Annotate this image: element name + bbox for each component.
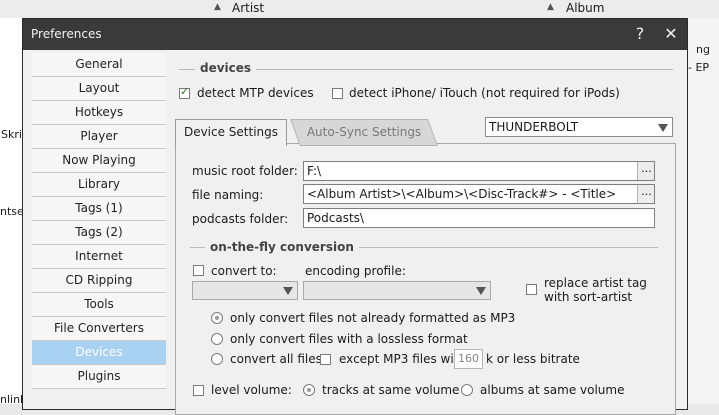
music-root-input[interactable]: F:\ ... bbox=[303, 161, 655, 181]
preferences-dialog: Preferences ? ✕ General Layout Hotkeys P… bbox=[22, 18, 688, 415]
background-text: - EP bbox=[688, 61, 710, 74]
encoding-profile-label: encoding profile: bbox=[305, 264, 406, 278]
except-mp3-label: except MP3 files with bbox=[339, 352, 467, 366]
nav-item-player[interactable]: Player bbox=[32, 125, 166, 149]
nav-item-internet[interactable]: Internet bbox=[32, 245, 166, 269]
detect-iphone-checkbox[interactable] bbox=[332, 88, 343, 99]
nav-item-tags-2[interactable]: Tags (2) bbox=[32, 221, 166, 245]
background-text: nlink bbox=[0, 393, 22, 406]
chevron-down-icon bbox=[476, 287, 486, 295]
radio-convert-all[interactable] bbox=[211, 353, 223, 365]
convert-to-select[interactable] bbox=[192, 281, 298, 300]
tab-auto-sync-settings[interactable]: Auto-Sync Settings bbox=[290, 119, 438, 146]
nav-item-layout[interactable]: Layout bbox=[32, 77, 166, 101]
nav-item-devices[interactable]: Devices bbox=[32, 341, 166, 365]
nav-item-cd-ripping[interactable]: CD Ripping bbox=[32, 269, 166, 293]
radio-convert-not-mp3-label: only convert files not already formatted… bbox=[230, 311, 516, 325]
file-naming-input[interactable]: <Album Artist>\<Album>\<Disc-Track#> - <… bbox=[303, 184, 655, 204]
nav-item-tags-1[interactable]: Tags (1) bbox=[32, 197, 166, 221]
replace-artist-label-2: with sort-artist bbox=[544, 290, 633, 304]
tab-device-settings[interactable]: Device Settings bbox=[175, 119, 287, 146]
except-mp3-checkbox[interactable] bbox=[320, 354, 331, 365]
radio-albums-same-volume[interactable] bbox=[461, 384, 473, 396]
window-title: Preferences bbox=[31, 27, 102, 41]
device-select-value: THUNDERBOLT bbox=[489, 120, 579, 134]
radio-convert-all-label: convert all files bbox=[230, 352, 322, 366]
sort-arrow-icon: ▲ bbox=[547, 2, 554, 12]
help-button[interactable]: ? bbox=[629, 24, 651, 44]
sort-arrow-icon: ▲ bbox=[214, 2, 221, 12]
podcasts-label: podcasts folder: bbox=[192, 212, 289, 226]
background-column-header: ▲ Artist ▲ Album bbox=[0, 0, 719, 19]
podcasts-input[interactable]: Podcasts\ bbox=[303, 208, 655, 228]
background-list-right: ng - EP bbox=[688, 18, 719, 404]
device-select[interactable]: THUNDERBOLT bbox=[485, 117, 673, 137]
devices-group-label: devices bbox=[195, 61, 257, 75]
close-button[interactable]: ✕ bbox=[660, 24, 682, 44]
conversion-group-label: on-the-fly conversion bbox=[205, 240, 359, 254]
level-volume-label: level volume: bbox=[211, 383, 292, 397]
detect-iphone-label: detect iPhone/ iTouch (not required for … bbox=[349, 86, 620, 100]
podcasts-value: Podcasts\ bbox=[307, 211, 364, 225]
file-naming-value: <Album Artist>\<Album>\<Disc-Track#> - <… bbox=[307, 187, 617, 201]
nav-item-hotkeys[interactable]: Hotkeys bbox=[32, 101, 166, 125]
background-list-left: Skri ntser nlink bbox=[0, 18, 22, 406]
bitrate-input[interactable]: 160 bbox=[454, 349, 483, 369]
encoding-profile-select[interactable] bbox=[303, 281, 491, 300]
level-volume-checkbox[interactable] bbox=[193, 385, 204, 396]
radio-convert-lossless-label: only convert files with a lossless forma… bbox=[230, 332, 468, 346]
detect-mtp-label: detect MTP devices bbox=[197, 86, 314, 100]
detect-mtp-checkbox[interactable] bbox=[179, 85, 190, 99]
column-header-artist[interactable]: Artist bbox=[232, 0, 264, 17]
radio-convert-not-mp3[interactable] bbox=[211, 312, 223, 324]
music-root-label: music root folder: bbox=[192, 164, 298, 178]
nav-item-now-playing[interactable]: Now Playing bbox=[32, 149, 166, 173]
radio-tracks-same-volume-label: tracks at same volume bbox=[322, 383, 460, 397]
chevron-down-icon bbox=[283, 287, 293, 295]
replace-artist-label: replace artist tag bbox=[544, 276, 647, 290]
background-text: ntser bbox=[0, 205, 22, 218]
radio-convert-lossless[interactable] bbox=[211, 333, 223, 345]
nav-item-tools[interactable]: Tools bbox=[32, 293, 166, 317]
music-root-browse-button[interactable]: ... bbox=[637, 162, 654, 180]
column-header-album[interactable]: Album bbox=[566, 0, 604, 17]
music-root-value: F:\ bbox=[307, 164, 322, 178]
tab-label: Auto-Sync Settings bbox=[306, 125, 422, 139]
chevron-down-icon bbox=[658, 124, 668, 132]
bitrate-suffix-label: k or less bitrate bbox=[486, 352, 580, 366]
nav-item-general[interactable]: General bbox=[32, 53, 166, 77]
title-bar[interactable]: Preferences ? ✕ bbox=[23, 19, 687, 50]
background-text: Skri bbox=[1, 128, 22, 141]
replace-artist-checkbox[interactable] bbox=[526, 284, 537, 295]
nav-item-file-converters[interactable]: File Converters bbox=[32, 317, 166, 341]
background-text: ng bbox=[696, 43, 710, 56]
nav-item-library[interactable]: Library bbox=[32, 173, 166, 197]
convert-to-label: convert to: bbox=[211, 264, 277, 278]
radio-albums-same-volume-label: albums at same volume bbox=[480, 383, 625, 397]
convert-to-checkbox[interactable] bbox=[193, 265, 204, 276]
nav-item-plugins[interactable]: Plugins bbox=[32, 365, 166, 389]
radio-tracks-same-volume[interactable] bbox=[303, 384, 315, 396]
file-naming-browse-button[interactable]: ... bbox=[637, 185, 654, 203]
file-naming-label: file naming: bbox=[192, 188, 264, 202]
